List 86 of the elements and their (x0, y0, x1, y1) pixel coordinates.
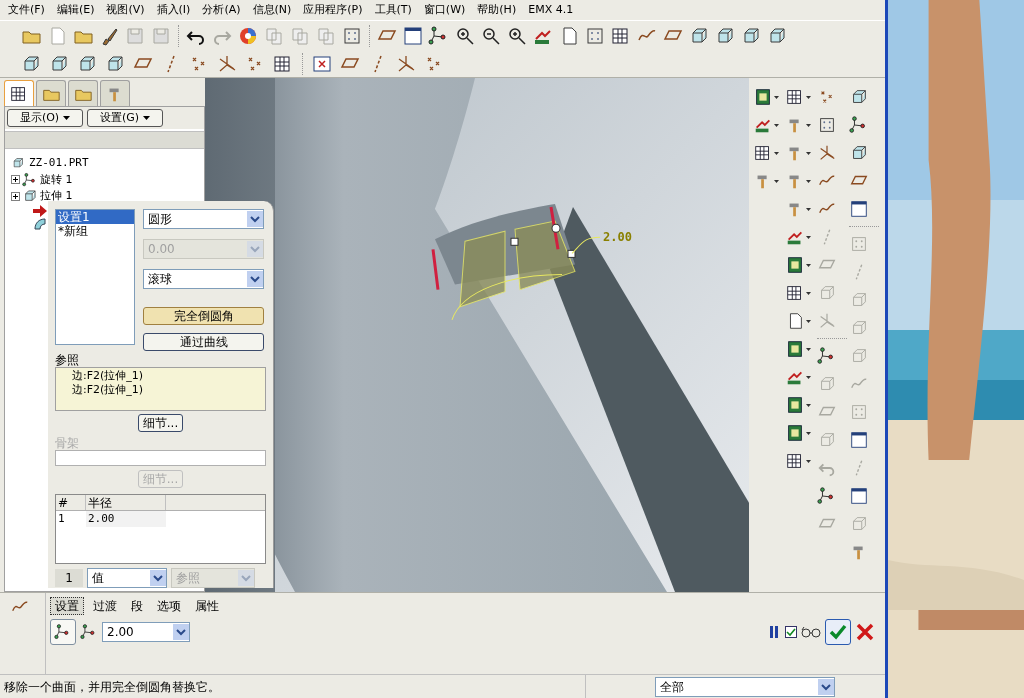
caret-icon[interactable] (806, 207, 811, 211)
caret-icon[interactable] (806, 291, 811, 295)
caret-icon[interactable] (806, 347, 811, 351)
tree-item[interactable]: 拉伸 1 (40, 188, 73, 205)
menu-item[interactable]: 窗口(W) (423, 1, 466, 19)
caret-icon[interactable] (806, 151, 811, 155)
skeleton-label: 骨架 (55, 436, 80, 450)
preview-checkbox[interactable] (785, 626, 797, 638)
menu-item[interactable]: 视图(V) (106, 1, 145, 19)
grid-icon[interactable] (817, 115, 837, 135)
tree-item[interactable]: ZZ-01.PRT (29, 155, 89, 172)
pause-icon[interactable] (767, 625, 781, 639)
chevron-down-icon (247, 271, 263, 287)
caret-icon[interactable] (774, 123, 779, 127)
window-icon[interactable] (849, 486, 869, 506)
caret-icon (63, 116, 71, 120)
caret-icon[interactable] (806, 123, 811, 127)
menu-item[interactable]: 分析(A) (202, 1, 241, 19)
window-icon[interactable] (849, 199, 869, 219)
caret-icon[interactable] (806, 235, 811, 239)
row-index: 1 (55, 569, 83, 587)
chevron-down-icon (150, 570, 166, 586)
expander-icon[interactable] (11, 191, 20, 201)
type-dropdown[interactable]: 值 (87, 568, 167, 588)
expander-icon[interactable] (11, 175, 20, 185)
caret-icon[interactable] (806, 179, 811, 183)
caret-icon[interactable] (774, 95, 779, 99)
option-button[interactable]: 通过曲线 (143, 333, 264, 351)
dashboard-tab[interactable]: 段 (126, 597, 148, 615)
window-icon[interactable] (402, 24, 424, 47)
caret-icon[interactable] (806, 459, 811, 463)
window-icon[interactable] (849, 430, 869, 450)
node-icon[interactable] (22, 171, 38, 188)
check-icon (829, 624, 847, 640)
dashboard-tab[interactable]: 过渡 (88, 597, 122, 615)
navigator-menu-button[interactable]: 显示(O) (7, 109, 83, 127)
reference-item[interactable]: 边:F2(拉伸_1) (72, 369, 265, 383)
close-icon[interactable] (855, 622, 875, 642)
menu-item[interactable]: 插入(I) (156, 1, 191, 19)
caret-icon[interactable] (774, 151, 779, 155)
menu-item[interactable]: 编辑(E) (56, 1, 95, 19)
chevron-down-icon (247, 241, 263, 257)
shape-dropdown[interactable]: 圆形 (143, 209, 264, 229)
insert-arrow-icon (33, 204, 47, 217)
menu-item[interactable]: 帮助(H) (477, 1, 517, 19)
caret-icon[interactable] (806, 431, 811, 435)
option-button[interactable]: 完全倒圆角 (143, 307, 264, 325)
menu-item[interactable]: 工具(T) (374, 1, 412, 19)
filter-dropdown[interactable]: 全部 (655, 676, 835, 697)
chevron-down-icon (173, 624, 189, 640)
table-cell: 2.00 (86, 511, 166, 527)
details-button[interactable]: 细节... (137, 414, 184, 432)
dashboard-tab[interactable]: 选项 (152, 597, 186, 615)
table-cell-text: 1 (57, 511, 66, 527)
reference-item[interactable]: 边:F2(拉伸_1) (72, 383, 265, 397)
caret-icon[interactable] (806, 95, 811, 99)
radius-dropdown[interactable]: 2.00 (102, 622, 190, 642)
set-item[interactable]: 设置1 (56, 210, 134, 224)
round-feature-icon (33, 216, 47, 231)
caret-icon[interactable] (806, 375, 811, 379)
dashboard-tab[interactable]: 属性 (190, 597, 224, 615)
chevron-down-icon (238, 570, 254, 586)
set-item[interactable]: *新组 (56, 224, 134, 238)
glasses-icon[interactable] (801, 626, 821, 638)
navigator-menu-button[interactable]: 设置(G) (87, 109, 163, 127)
menu-item[interactable]: 文件(F) (8, 1, 45, 19)
navigator-tab[interactable] (4, 80, 34, 106)
column-header: 半径 (86, 495, 166, 510)
caret-icon (143, 116, 151, 120)
references-label: 参照 (55, 353, 80, 367)
method-dropdown[interactable]: 滚球 (143, 269, 264, 289)
tree-item[interactable]: 旋转 1 (40, 171, 73, 188)
column-header: # (56, 495, 86, 510)
menu-item[interactable]: 信息(N) (252, 1, 292, 19)
chevron-down-icon (818, 678, 834, 695)
caret-icon[interactable] (806, 403, 811, 407)
caret-icon[interactable] (774, 179, 779, 183)
chevron-down-icon (247, 211, 263, 227)
caret-icon[interactable] (806, 319, 811, 323)
menu-item[interactable]: 应用程序(P) (303, 1, 363, 19)
caret-icon[interactable] (806, 263, 811, 267)
confirm-button[interactable] (825, 619, 851, 645)
dashboard-tab[interactable]: 设置 (50, 597, 84, 615)
status-message: 移除一个曲面，并用完全倒圆角替换它。 (3, 678, 221, 696)
menu-item[interactable]: EMX 4.1 (528, 1, 574, 19)
skeleton-field[interactable] (55, 450, 266, 466)
